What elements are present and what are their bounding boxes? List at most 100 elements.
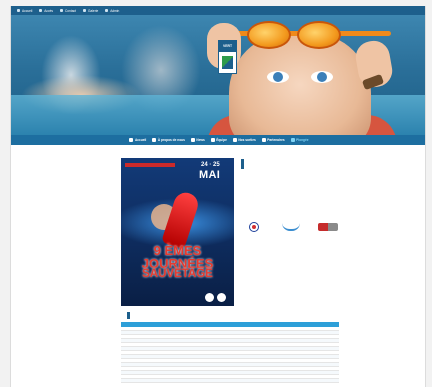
topbar-link-label: Galerie (87, 8, 99, 13)
event-poster[interactable]: 24 · 25 MAI 9 ÈMES JOURNÉES SAUVETAGE (121, 158, 234, 306)
nav-item-diving[interactable]: Plongée (290, 138, 309, 142)
table-cell (183, 359, 259, 362)
news-icon (190, 138, 195, 142)
table-cell (183, 355, 259, 358)
topbar-link-contact[interactable]: Contact (59, 8, 76, 13)
nav-item-label: Plongée (296, 138, 309, 142)
table-cell (259, 351, 339, 354)
table-cell (121, 363, 183, 366)
nav-item-partners[interactable]: Partenaires (261, 138, 285, 142)
info-icon (152, 138, 157, 142)
hero-banner: VERT (11, 15, 425, 135)
table-cell (121, 371, 183, 374)
table-cell (183, 371, 259, 374)
table-cell (183, 375, 259, 378)
top-utility-bar: Accueil Accès Contact Galerie Admin (11, 6, 425, 15)
nav-item-label: Accueil (134, 138, 147, 142)
nav-item-outings[interactable]: Nos sorties (232, 138, 256, 142)
site-frame: Accueil Accès Contact Galerie Admin VERT (10, 6, 426, 387)
home-icon (129, 138, 134, 142)
table-cell (121, 355, 183, 358)
nav-item-about[interactable]: À propos de nous (152, 138, 185, 142)
child-swimmer-photo (229, 33, 371, 135)
heading-marker-icon (127, 312, 130, 319)
table-cell (259, 339, 339, 342)
table-cell (259, 355, 339, 358)
table-cell (183, 347, 259, 350)
table-cell (259, 371, 339, 374)
table-cell (259, 375, 339, 378)
table-cell (259, 347, 339, 350)
topbar-link-label: Accès (44, 8, 53, 13)
goggle-lens (297, 21, 341, 49)
table-cell (259, 363, 339, 366)
partner-badge-icon (205, 293, 214, 302)
table-cell (259, 331, 339, 334)
topbar-link-gallery[interactable]: Galerie (82, 8, 99, 13)
partner-logo-icon (282, 223, 300, 231)
nav-item-news[interactable]: News (190, 138, 205, 142)
table-cell (259, 359, 339, 362)
page: Accueil Accès Contact Galerie Admin VERT (0, 0, 432, 387)
table-cell (121, 343, 183, 346)
partner-logos (243, 220, 339, 234)
map-icon (39, 9, 43, 12)
logo-mark-icon (222, 56, 233, 69)
table-cell (121, 331, 183, 334)
table-cell (121, 367, 183, 370)
partner-logo-1[interactable] (243, 221, 265, 233)
table-cell (121, 327, 183, 330)
poster-date-month: MAI (199, 169, 221, 181)
table-cell (259, 343, 339, 346)
people-icon (210, 138, 215, 142)
heading-marker-icon (241, 159, 244, 169)
table-cell (183, 339, 259, 342)
table-body (121, 327, 339, 383)
home-icon (17, 9, 20, 12)
table-heading (127, 312, 133, 319)
nav-item-label: À propos de nous (157, 138, 185, 142)
topbar-link-admin[interactable]: Admin (105, 9, 119, 13)
diving-icon (290, 138, 295, 142)
table-cell (183, 379, 259, 382)
poster-headline: 9 ÈMES JOURNÉES (141, 243, 214, 271)
poster-date-days: 24 · 25 (201, 162, 220, 168)
partner-badge-icon (217, 293, 226, 302)
partner-logo-icon (318, 223, 338, 231)
image-icon (82, 9, 86, 12)
calendar-icon (232, 138, 237, 142)
event-description (241, 158, 341, 177)
topbar-link-home[interactable]: Accueil (17, 9, 32, 13)
table-row[interactable] (121, 379, 339, 383)
mail-icon (59, 9, 63, 12)
table-cell (259, 367, 339, 370)
nav-item-home[interactable]: Accueil (129, 138, 146, 142)
table-cell (183, 363, 259, 366)
table-cell (183, 367, 259, 370)
nav-item-team[interactable]: Équipe (210, 138, 227, 142)
topbar-link-access[interactable]: Accès (39, 9, 53, 13)
nav-item-label: News (196, 138, 205, 142)
table-cell (121, 347, 183, 350)
logo-text: VERT (219, 41, 236, 52)
goggle-lens (247, 21, 291, 49)
table-cell (183, 331, 259, 334)
table-cell (259, 379, 339, 382)
table-cell (121, 351, 183, 354)
table-cell (183, 327, 259, 330)
table-cell (183, 351, 259, 354)
main-nav: Accueil À propos de nous News Équipe Nos… (11, 135, 425, 145)
table-cell (183, 343, 259, 346)
topbar-link-label: Admin (110, 8, 120, 13)
topbar-link-label: Accueil (22, 8, 33, 13)
topbar-link-label: Contact (64, 8, 76, 13)
table-cell (121, 339, 183, 342)
partner-logo-3[interactable] (317, 221, 339, 233)
poster-headline-sub: SAUVETAGE (142, 268, 213, 280)
table-cell (121, 379, 183, 382)
lock-icon (105, 9, 109, 12)
club-logo[interactable]: VERT (218, 40, 237, 74)
table-cell (121, 335, 183, 338)
nav-item-label: Partenaires (267, 138, 285, 142)
partner-logo-2[interactable] (280, 221, 302, 233)
